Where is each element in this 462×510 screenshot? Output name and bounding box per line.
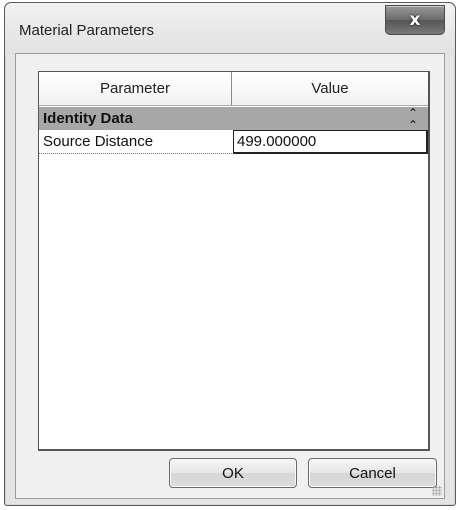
dialog-window: Material Parameters x Parameter Value Id… [4, 2, 456, 506]
window-title: Material Parameters [19, 22, 155, 39]
parameter-value-cell[interactable] [233, 130, 428, 154]
grid-header: Parameter Value [39, 72, 428, 106]
group-label: Identity Data [43, 110, 134, 127]
column-header-value[interactable]: Value [232, 72, 428, 105]
source-distance-input[interactable] [237, 133, 426, 150]
column-header-parameter[interactable]: Parameter [39, 72, 232, 105]
resize-grip-icon[interactable] [432, 486, 442, 496]
title-bar[interactable]: Material Parameters x [5, 3, 455, 55]
parameter-grid: Parameter Value Identity Data ⌃ ⌃ Source … [38, 71, 430, 451]
parameter-name-cell[interactable]: Source Distance [39, 130, 232, 154]
group-row-identity-data[interactable]: Identity Data ⌃ ⌃ [39, 107, 428, 131]
dialog-client-area: Parameter Value Identity Data ⌃ ⌃ Source … [15, 53, 445, 499]
close-button[interactable]: x [385, 5, 445, 35]
ok-button[interactable]: OK [169, 458, 297, 488]
collapse-icon[interactable]: ⌃ ⌃ [408, 107, 418, 131]
table-row: Source Distance [39, 130, 428, 154]
cancel-button[interactable]: Cancel [308, 458, 437, 488]
close-icon: x [409, 10, 421, 30]
